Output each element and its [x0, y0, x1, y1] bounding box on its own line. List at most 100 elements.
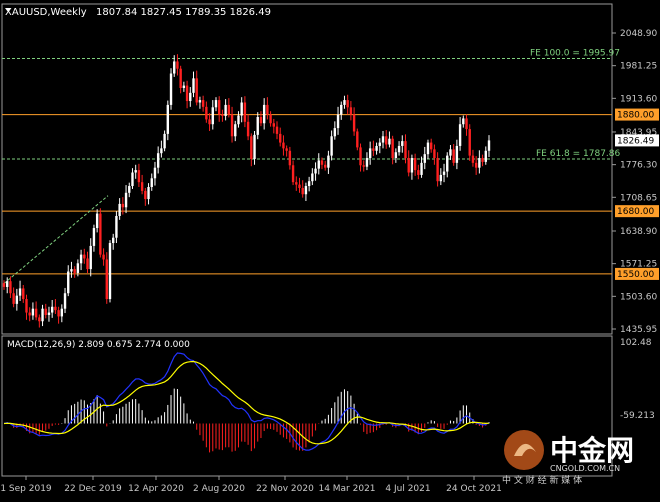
- macd-label: MACD(12,26,9) 2.809 0.675 2.774 0.000: [7, 340, 190, 350]
- macd-pane: [3, 352, 490, 453]
- candle-body: [57, 310, 60, 317]
- candle-body: [394, 152, 398, 159]
- candle-body: [401, 141, 404, 146]
- price-tick-label: 1981.25: [620, 62, 657, 72]
- candle-body: [458, 124, 462, 146]
- watermark-logo: 中金网 CNGOLD.COM.CN 中 文 财 经 新 媒 体: [500, 426, 660, 498]
- candle-body: [156, 153, 160, 168]
- candle-body: [86, 258, 89, 270]
- candle-body: [34, 308, 38, 318]
- candle-body: [359, 147, 362, 166]
- candle-body: [295, 182, 298, 185]
- candle-body: [449, 149, 452, 156]
- candle-body: [12, 293, 15, 304]
- candle-body: [105, 259, 108, 300]
- candle-body: [446, 155, 449, 172]
- candle-body: [92, 228, 96, 246]
- price-candles: [2, 54, 491, 328]
- candle-body: [227, 104, 231, 115]
- candle-body: [102, 254, 105, 260]
- watermark-url: CNGOLD.COM.CN: [550, 464, 620, 473]
- candle-body: [108, 243, 112, 300]
- candle-body: [67, 271, 70, 294]
- candle-body: [201, 100, 205, 107]
- candle-body: [124, 192, 128, 208]
- candle-body: [343, 100, 346, 105]
- candle-body: [2, 283, 6, 287]
- candle-body: [22, 288, 25, 300]
- candle-body: [452, 149, 455, 163]
- candle-body: [128, 186, 131, 193]
- candle-body: [54, 306, 57, 311]
- candle-body: [436, 158, 439, 182]
- candle-body: [314, 168, 317, 174]
- candle-body: [378, 142, 381, 146]
- fib-level-label: FE 61.8 = 1787.86: [536, 149, 621, 159]
- candle-body: [163, 133, 166, 149]
- main-pane-frame: [1, 3, 613, 335]
- candle-body: [211, 107, 214, 125]
- candle-body: [269, 114, 272, 124]
- candle-body: [153, 167, 157, 179]
- candle-body: [38, 317, 41, 322]
- candle-body: [256, 116, 259, 135]
- candle-body: [259, 116, 263, 124]
- candle-body: [323, 164, 327, 168]
- candle-body: [352, 114, 356, 132]
- symbol-label: XAUUSD,Weekly: [5, 7, 87, 18]
- candle-body: [320, 160, 324, 165]
- trend-line[interactable]: [3, 195, 109, 284]
- candle-body: [198, 100, 202, 103]
- candle-body: [224, 104, 227, 117]
- candle-body: [50, 306, 54, 313]
- candle-body: [150, 178, 153, 188]
- candle-body: [311, 173, 314, 182]
- candle-body: [356, 131, 359, 148]
- date-tick-label: 14 Mar 2021: [318, 484, 375, 494]
- candle-body: [291, 165, 295, 183]
- candle-body: [474, 162, 478, 168]
- candle-body: [282, 142, 285, 149]
- date-tick-label: 22 Nov 2020: [256, 484, 314, 494]
- candle-body: [481, 158, 484, 162]
- date-tick-label: 2 Aug 2020: [193, 484, 245, 494]
- candle-body: [73, 269, 76, 273]
- price-tick-label: 1708.65: [620, 193, 657, 203]
- price-tick-label: 2048.90: [620, 29, 657, 39]
- fib-level-label: FE 100.0 = 1995.97: [530, 49, 620, 59]
- candle-body: [166, 104, 170, 134]
- candle-body: [317, 160, 320, 169]
- candle-body: [176, 61, 179, 69]
- candle-body: [381, 136, 385, 143]
- candle-body: [298, 184, 301, 188]
- candle-body: [63, 293, 67, 309]
- candle-body: [417, 170, 420, 175]
- watermark-title: 中金网: [550, 434, 634, 467]
- candle-body: [160, 148, 163, 154]
- candle-body: [413, 158, 417, 171]
- candle-body: [205, 106, 208, 120]
- current-price-label: 1826.49: [617, 136, 654, 146]
- candle-body: [484, 150, 487, 162]
- candle-body: [115, 215, 118, 238]
- price-tick-label: 1776.30: [620, 161, 657, 171]
- candle-body: [237, 115, 240, 125]
- candle-body: [423, 154, 426, 163]
- level-price-label: 1880.00: [617, 111, 654, 121]
- candle-body: [407, 158, 410, 173]
- chart-canvas[interactable]: FE 100.0 = 1995.97 FE 61.8 = 1787.86 1880.…: [0, 0, 660, 498]
- candle-body: [262, 104, 266, 124]
- candle-body: [179, 68, 182, 89]
- candle-body: [47, 312, 51, 315]
- candle-body: [330, 136, 333, 156]
- level-price-label: 1550.00: [617, 270, 654, 280]
- candle-body: [243, 102, 247, 122]
- date-tick-label: 1 Sep 2019: [0, 484, 52, 494]
- candle-body: [266, 104, 269, 115]
- date-tick-label: 24 Oct 2021: [446, 484, 502, 494]
- candle-body: [182, 85, 186, 89]
- candle-body: [307, 181, 311, 187]
- candle-body: [15, 295, 19, 304]
- candle-body: [99, 213, 102, 255]
- macd-axis-bottom: -59.213: [620, 411, 655, 421]
